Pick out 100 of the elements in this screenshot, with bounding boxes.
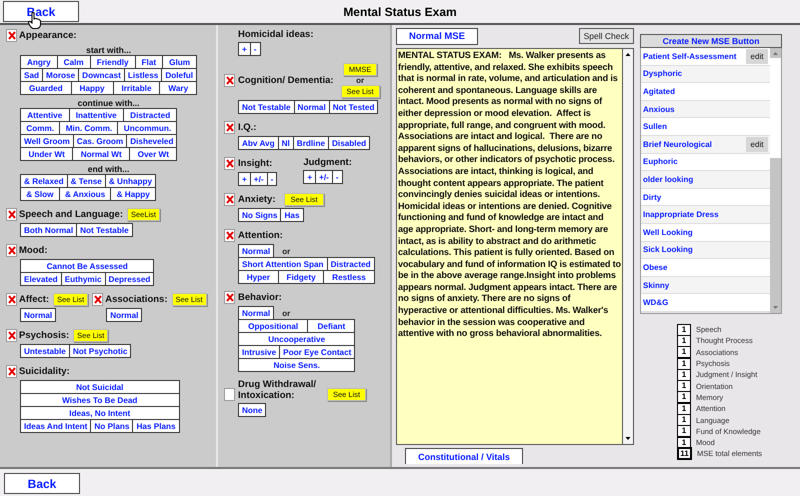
option-button[interactable]: Well Groom — [20, 134, 74, 148]
create-button[interactable]: Create New MSE Button — [640, 34, 782, 48]
option-button[interactable]: + — [238, 172, 251, 186]
option-button[interactable]: Inattentive — [68, 108, 124, 122]
option-button[interactable]: Guarded — [20, 81, 72, 95]
normal-mse-tab[interactable]: Normal MSE — [396, 28, 478, 45]
option-button[interactable]: Normal — [294, 100, 330, 114]
option-button[interactable]: No Signs — [238, 208, 282, 222]
option-button[interactable]: Not Psychotic — [68, 344, 132, 358]
option-button[interactable]: Not Tested — [328, 100, 378, 114]
option-button[interactable]: Defiant — [307, 319, 356, 333]
option-button[interactable]: Distracted — [326, 257, 375, 271]
option-button[interactable]: Elevated — [20, 272, 62, 286]
option-button[interactable]: Normal Wt — [72, 147, 130, 161]
option-button[interactable]: Angry — [20, 55, 58, 69]
checkbox[interactable] — [6, 365, 17, 378]
option-button[interactable]: Happy — [70, 81, 114, 95]
scrollbar[interactable] — [770, 48, 781, 313]
checkbox[interactable] — [6, 208, 17, 221]
list-item[interactable]: Sick Looking — [641, 242, 770, 260]
list-item[interactable]: Skinny — [641, 276, 770, 294]
option-button[interactable]: None — [238, 403, 266, 417]
option-button[interactable]: Not Testable — [238, 100, 295, 114]
option-button[interactable]: Attentive — [20, 108, 70, 122]
option-button[interactable]: Fidgety — [278, 270, 324, 284]
option-button[interactable]: Distracted — [122, 108, 178, 122]
option-button[interactable]: - — [332, 170, 343, 184]
option-button[interactable]: +/- — [250, 172, 268, 186]
option-button[interactable]: Oppositional — [238, 319, 308, 333]
checkbox[interactable] — [6, 244, 17, 257]
list-item[interactable]: Well Looking — [641, 224, 770, 242]
list-item[interactable]: Dysphoric — [641, 66, 770, 84]
option-button[interactable]: +/- — [315, 170, 333, 184]
option-button[interactable]: Untestable — [20, 344, 70, 358]
list-item[interactable]: Brief Neurological edit — [641, 136, 770, 154]
option-button[interactable]: Disheveled — [126, 134, 178, 148]
list-item[interactable]: Euphoric — [641, 154, 770, 172]
option-button[interactable]: No Plans — [90, 419, 134, 433]
option-button[interactable]: Intrusive — [238, 345, 280, 359]
option-button[interactable]: + — [303, 170, 316, 184]
option-button[interactable]: & Slow — [20, 187, 60, 201]
option-button[interactable]: Poor Eye Contact — [279, 345, 356, 359]
option-button[interactable]: Has Plans — [132, 419, 180, 433]
option-button[interactable]: Hyper — [238, 270, 279, 284]
option-button[interactable]: & Unhappy — [104, 174, 156, 188]
option-button[interactable]: & Happy — [110, 187, 156, 201]
checkbox[interactable] — [6, 293, 17, 306]
option-button[interactable]: Has — [280, 208, 304, 222]
option-button[interactable]: & Relaxed — [20, 174, 68, 188]
back-button[interactable]: Back — [4, 473, 80, 494]
option-button[interactable]: Wary — [159, 81, 198, 95]
option-button[interactable]: Disabled — [328, 136, 370, 150]
checkbox[interactable] — [224, 291, 235, 304]
checkbox[interactable] — [6, 329, 17, 342]
constitutional-vitals-tab[interactable]: Constitutional / Vitals — [405, 448, 523, 464]
edit-button[interactable]: edit — [746, 136, 768, 152]
list-item[interactable]: Dirty — [641, 188, 770, 206]
scrollbar[interactable] — [622, 49, 633, 444]
option-button[interactable]: Doleful — [161, 68, 198, 82]
checkbox[interactable] — [92, 293, 104, 306]
option-button[interactable]: Not Suicidal — [20, 380, 180, 394]
list-item[interactable]: Anxious — [641, 100, 770, 118]
option-button[interactable]: & Tense — [66, 174, 106, 188]
checkbox[interactable] — [224, 193, 235, 206]
option-button[interactable]: Over Wt — [129, 147, 178, 161]
option-button[interactable]: Normal — [238, 306, 274, 320]
option-button[interactable]: Glum — [162, 55, 198, 69]
option-button[interactable]: Short Attention Span — [238, 257, 328, 271]
option-button[interactable]: Brdline — [292, 136, 330, 150]
option-button[interactable]: Restless — [323, 270, 375, 284]
option-button[interactable]: + — [238, 42, 251, 56]
option-button[interactable]: Min. Comm. — [59, 121, 118, 135]
option-button[interactable]: Under Wt — [20, 147, 74, 161]
option-button[interactable]: Wishes To Be Dead — [20, 393, 180, 407]
option-button[interactable]: Morose — [42, 68, 80, 82]
option-button[interactable]: Uncooperative — [238, 332, 356, 346]
option-button[interactable]: Normal — [238, 244, 274, 258]
option-button[interactable]: Irritable — [112, 81, 160, 95]
option-button[interactable]: Abv Avg — [238, 136, 279, 150]
option-button[interactable]: Noise Sens. — [238, 358, 356, 372]
list-item[interactable]: Obese — [641, 259, 770, 277]
option-button[interactable]: Ideas And Intent — [20, 419, 92, 433]
option-button[interactable]: Downcast — [78, 68, 125, 82]
option-button[interactable]: Nl — [278, 136, 294, 150]
option-button[interactable]: Not Testable — [76, 223, 133, 237]
option-button[interactable]: Cannot Be Assessed — [20, 259, 154, 273]
list-item[interactable]: Agitated — [641, 83, 770, 101]
option-button[interactable]: Uncommun. — [117, 121, 178, 135]
option-button[interactable]: Ideas, No Intent — [20, 406, 180, 420]
option-button[interactable]: Depressed — [104, 272, 154, 286]
spell-check-button[interactable]: Spell Check — [578, 28, 634, 44]
checkbox[interactable] — [224, 74, 235, 87]
checkbox[interactable] — [224, 157, 235, 170]
option-button[interactable]: & Anxious — [58, 187, 112, 201]
option-button[interactable]: Normal — [106, 308, 142, 322]
option-button[interactable]: Comm. — [20, 121, 60, 135]
list-item[interactable]: WD&G — [641, 294, 770, 312]
list-item[interactable]: Patient Self-Assessment edit — [641, 48, 770, 66]
exam-text-field[interactable]: MENTAL STATUS EXAM: Ms. Walker presents as friendly, attentive, and relaxed. She exhibits speech that is normal in rate, volume, and articulation and is coherent and spontaneous. Language skills are intact. Mood presents as normal with no signs of either depression or mood elevation. Affect is appropriate, full range, and congruent with mood. Associations are intact and logical. There are no apparent signs of hallucinations, delusions, bizarre behaviors, or other indicators of psychotic process. Associations are intact, thinking is logical, and thought content appears appropriate. The patient convincingly denies suicidal ideas or intentions. Homicidal ideas or intentions are denied. Cognitive functioning and fund of knowledge are intact and age appropriate. Short- and long-term memory are intact, as is ability to abstract and do arithmetic calculations. This patient is fully oriented. Based on vocabulary and fund of information IQ is estimated to be in the above average range.Insight into problems appears normal. Judgment appears intact. There are no signs of anxiety. There are no signs of hyperactive or attentional difficulties. Ms. Walker's behavior in the session was cooperative and attentive with no gross behavioral abnormalities. — [396, 48, 634, 445]
checkbox[interactable] — [224, 388, 235, 401]
